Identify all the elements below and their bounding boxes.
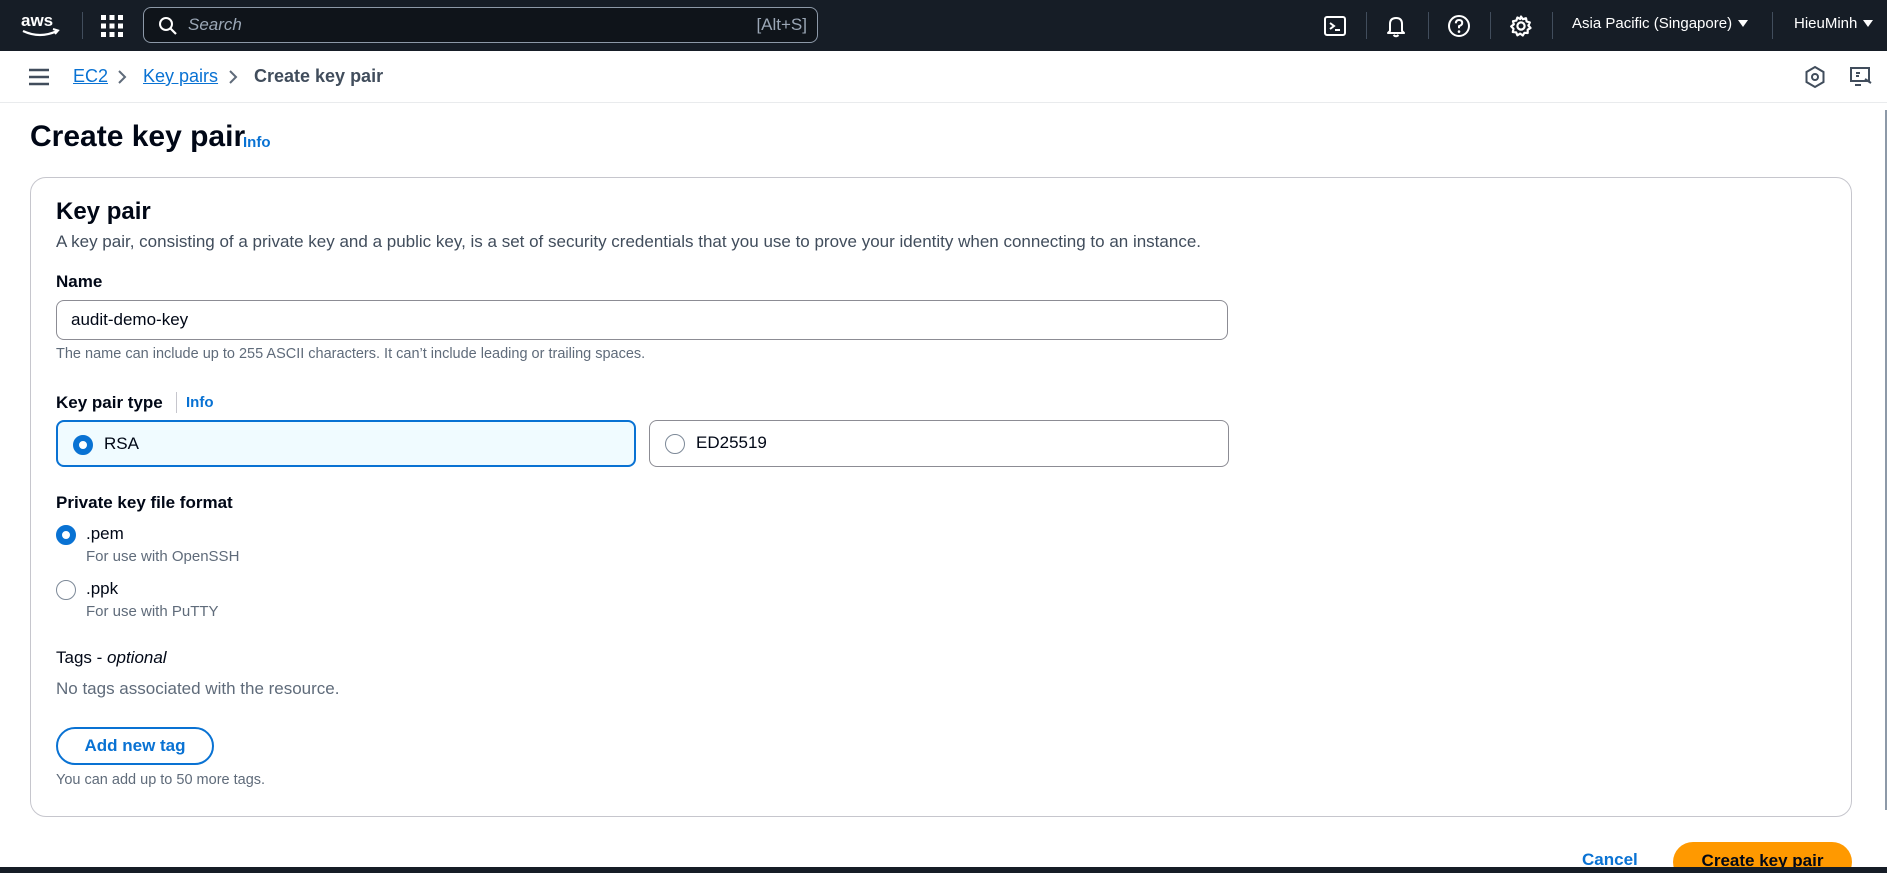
nav-divider (1552, 12, 1553, 39)
type-info-link[interactable]: Info (186, 394, 214, 411)
feedback-hexagon-icon[interactable] (1802, 64, 1828, 90)
tags-label: Tags - optional (56, 648, 167, 667)
key-pair-container (30, 177, 1852, 817)
tags-empty-text: No tags associated with the resource. (56, 679, 340, 698)
key-pair-name-input[interactable] (56, 300, 1228, 340)
add-new-tag-button[interactable]: Add new tag (56, 727, 214, 765)
top-navigation: aws [Alt+S] (0, 0, 1887, 51)
region-selector[interactable]: Asia Pacific (Singapore) (1572, 15, 1749, 32)
nav-divider (1366, 12, 1367, 39)
settings-gear-icon[interactable] (1508, 13, 1534, 39)
search-input[interactable] (188, 8, 668, 41)
utility-panel-icon[interactable] (1848, 64, 1874, 90)
account-menu[interactable]: HieuMinh (1794, 15, 1874, 32)
key-type-ed25519-label: ED25519 (696, 433, 767, 452)
breadcrumb-ec2[interactable]: EC2 (73, 66, 108, 87)
svg-text:aws: aws (21, 11, 53, 30)
key-type-rsa-label: RSA (104, 434, 139, 453)
nav-divider (1772, 12, 1773, 39)
bottom-bar (0, 867, 1887, 873)
menu-hamburger-icon[interactable] (28, 67, 50, 87)
name-label: Name (56, 272, 103, 291)
radio-ed25519[interactable] (665, 434, 685, 454)
notifications-bell-icon[interactable] (1383, 13, 1409, 39)
chevron-right-icon (118, 70, 127, 84)
help-icon[interactable] (1446, 13, 1472, 39)
pem-label[interactable]: .pem (86, 524, 124, 544)
search-box[interactable]: [Alt+S] (143, 7, 818, 43)
info-link[interactable]: Info (243, 134, 271, 151)
radio-pem[interactable] (56, 525, 76, 545)
section-description: A key pair, consisting of a private key … (56, 232, 1201, 251)
caret-down-icon (1863, 20, 1874, 27)
key-type-rsa-tile[interactable]: RSA (56, 420, 636, 467)
breadcrumb-current: Create key pair (254, 66, 384, 86)
tags-hint: You can add up to 50 more tags. (56, 772, 266, 788)
radio-ppk[interactable] (56, 580, 76, 600)
search-icon (159, 17, 177, 35)
ppk-label[interactable]: .ppk (86, 579, 118, 599)
region-label: Asia Pacific (Singapore) (1572, 15, 1733, 32)
ppk-description: For use with PuTTY (86, 603, 219, 620)
key-type-ed25519-tile[interactable]: ED25519 (649, 420, 1229, 467)
tags-optional: optional (107, 648, 167, 667)
nav-divider (1428, 12, 1429, 39)
page-title: Create key pair (30, 120, 246, 153)
caret-down-icon (1738, 20, 1749, 27)
breadcrumb-key-pairs[interactable]: Key pairs (143, 66, 218, 87)
breadcrumb-bar: EC2 Key pairs Create key pair (0, 51, 1887, 103)
name-hint: The name can include up to 255 ASCII cha… (56, 346, 646, 362)
key-pair-type-label: Key pair type (56, 393, 163, 412)
radio-rsa[interactable] (73, 435, 93, 455)
pem-description: For use with OpenSSH (86, 548, 240, 565)
account-name: HieuMinh (1794, 15, 1858, 32)
search-shortcut: [Alt+S] (756, 15, 807, 34)
chevron-right-icon (229, 70, 238, 84)
nav-divider (1490, 12, 1491, 39)
file-format-label: Private key file format (56, 493, 233, 512)
aws-logo[interactable]: aws (20, 9, 62, 41)
nav-divider (82, 12, 83, 39)
label-divider (176, 392, 177, 413)
section-title: Key pair (56, 198, 151, 225)
cloudshell-icon[interactable] (1322, 13, 1348, 39)
services-grid-icon[interactable] (100, 14, 124, 38)
